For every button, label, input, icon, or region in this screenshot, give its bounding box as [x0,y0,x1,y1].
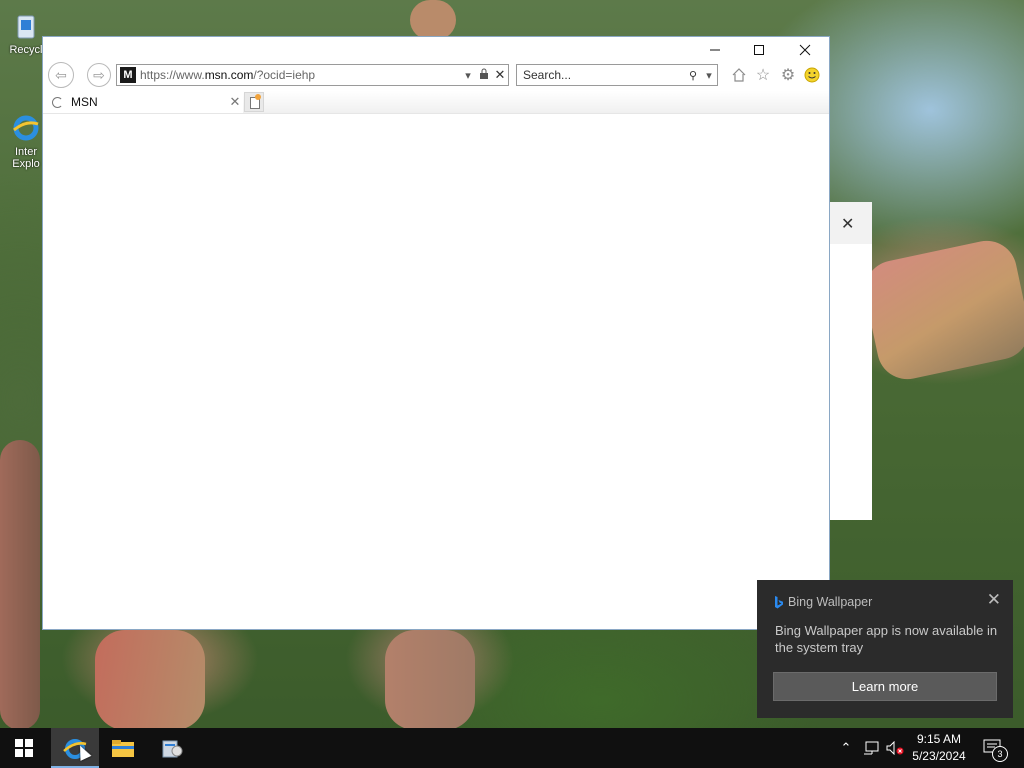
favorites-button[interactable]: ☆ [753,65,773,85]
url-domain: msn.com [204,68,254,82]
minimize-button[interactable] [692,37,738,63]
star-icon: ☆ [755,67,771,84]
taskbar: ⌃ 9:15 AM 5/23/2024 3 [0,728,1024,768]
notification-count-badge: 3 [992,746,1008,762]
close-icon [799,44,811,56]
server-manager-icon [162,740,183,758]
background-window-header: ✕ [829,202,872,244]
windows-logo-icon [15,739,33,757]
desktop-icon-internet-explorer[interactable]: Inter Explo [4,112,48,170]
tab-label: MSN [71,95,98,109]
desktop-icon-label: Recycl [9,44,43,56]
close-icon[interactable]: ✕ [987,590,1001,610]
new-tab-button[interactable] [244,92,264,112]
address-url[interactable]: https://www.msn.com/?ocid=iehp [140,68,460,82]
folder-icon [112,740,134,757]
minimize-icon [710,49,720,51]
toast-notification[interactable]: Bing Wallpaper ✕ Bing Wallpaper app is n… [757,580,1013,718]
url-suffix: /?ocid=iehp [253,68,316,82]
recycle-bin-icon [10,10,42,42]
gear-icon: ⚙ [780,67,796,84]
maximize-icon [754,45,764,55]
show-hidden-icons-button[interactable]: ⌃ [836,728,856,768]
desktop-icon-recycle-bin[interactable]: Recycl [4,10,48,56]
loading-spinner-icon [52,96,63,108]
start-button[interactable] [0,728,48,768]
wallpaper-trunk [410,0,456,40]
address-dropdown-icon[interactable]: ▾ [460,69,476,82]
tools-button[interactable]: ⚙ [778,65,798,85]
toast-message: Bing Wallpaper app is now available in t… [775,623,998,655]
clock-time: 9:15 AM [916,732,962,746]
tab-bar: MSN ✕ [43,91,829,114]
wallpaper-trunk [0,440,40,730]
forward-button[interactable]: ⇨ [87,63,111,87]
title-bar[interactable] [43,37,829,63]
wallpaper-trunk [385,630,475,730]
smiley-icon [804,67,820,83]
volume-muted-icon [886,741,904,755]
msn-favicon-icon: M [120,67,136,83]
clock-date: 5/23/2024 [912,749,966,763]
search-dropdown-icon[interactable]: ▾ [701,69,717,82]
learn-more-button[interactable]: Learn more [773,672,997,701]
wallpaper-trunk [859,235,1024,385]
toast-header: Bing Wallpaper [774,595,872,609]
arrow-right-icon: ⇨ [93,66,105,83]
volume-status[interactable] [884,728,906,768]
bing-icon [775,595,783,608]
taskbar-clock[interactable]: 9:15 AM 5/23/2024 [906,731,972,765]
action-center-button[interactable]: 3 [980,728,1008,768]
internet-explorer-icon [10,112,42,144]
home-icon [732,68,746,82]
back-button[interactable]: ⇦ [48,62,74,88]
background-window: ✕ [829,202,872,520]
toast-app-name: Bing Wallpaper [788,595,873,609]
stop-icon[interactable]: ✕ [492,67,508,83]
network-status[interactable] [860,728,882,768]
navigation-bar: ⇦ ⇨ M https://www.msn.com/?ocid=iehp ▾ ✕… [43,62,829,88]
page-content [43,115,829,629]
search-box[interactable]: Search... ⚲ ▾ [516,64,718,86]
arrow-left-icon: ⇦ [55,66,67,83]
network-icon [864,741,879,755]
close-button[interactable] [782,37,828,63]
home-button[interactable] [729,65,749,85]
taskbar-server-manager[interactable] [148,728,196,768]
url-prefix: https://www. [140,68,205,82]
tab-close-icon[interactable]: ✕ [227,94,243,110]
feedback-button[interactable] [802,65,822,85]
tab-msn[interactable]: MSN ✕ [43,91,243,113]
desktop-icon-label: Inter Explo [12,146,40,170]
address-bar[interactable]: M https://www.msn.com/?ocid=iehp ▾ ✕ [116,64,509,86]
taskbar-file-explorer[interactable] [99,728,147,768]
wallpaper-trunk [95,630,205,730]
chevron-up-icon: ⌃ [840,740,852,755]
search-icon[interactable]: ⚲ [685,69,701,82]
search-input[interactable]: Search... [517,68,685,82]
browser-window: ⇦ ⇨ M https://www.msn.com/?ocid=iehp ▾ ✕… [43,37,829,629]
maximize-button[interactable] [736,37,782,63]
lock-icon[interactable] [476,68,492,82]
close-icon[interactable]: ✕ [841,214,854,234]
